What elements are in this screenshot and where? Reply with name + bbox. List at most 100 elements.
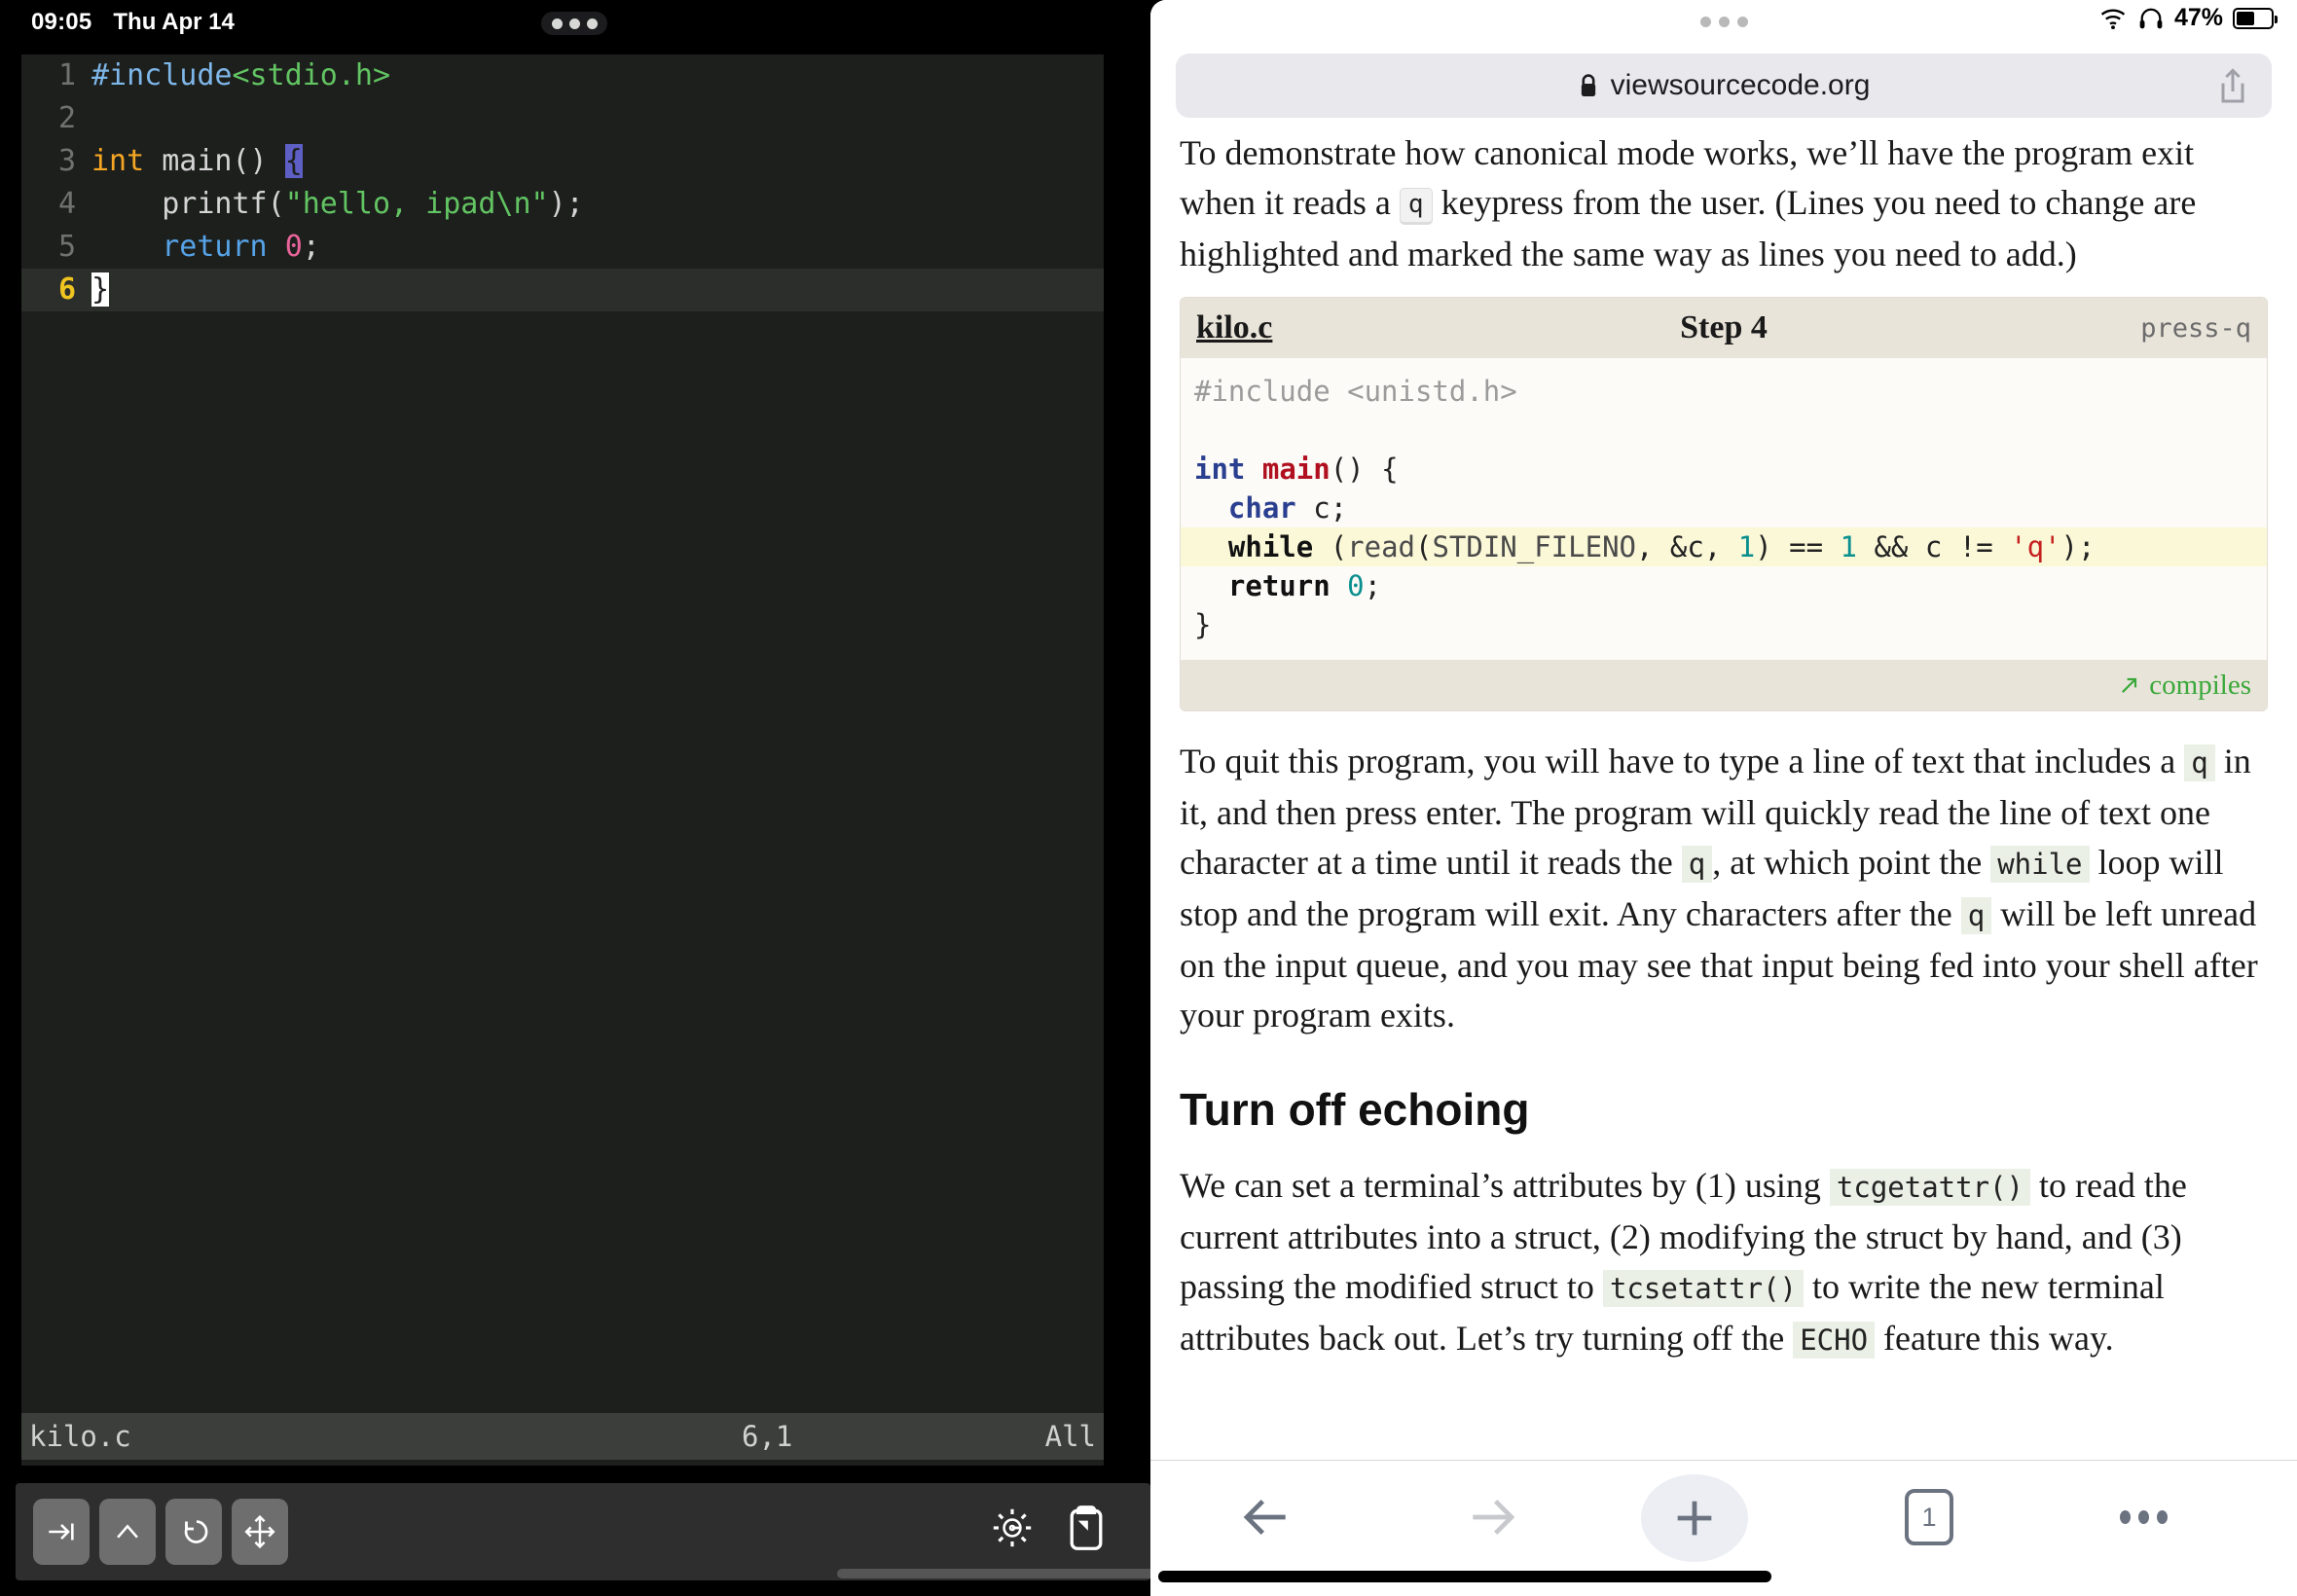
- back-arrow-icon: [1243, 1500, 1286, 1535]
- line-number: 4: [57, 187, 76, 221]
- ctrl-key-button[interactable]: [99, 1499, 156, 1565]
- tab-count-label: 1: [1905, 1489, 1953, 1545]
- code-line-highlighted: while (read(STDIN_FILENO, &c, 1) == 1 &&…: [1181, 527, 2267, 566]
- home-indicator: [1158, 1571, 1771, 1582]
- code-line: int main() {: [1194, 453, 1399, 486]
- multitasking-handle[interactable]: [1695, 14, 1752, 29]
- code-block-tag: press-q: [2140, 312, 2251, 344]
- terminal-editor[interactable]: 1 #include<stdio.h> 2 3 int main() { 4 pri…: [21, 54, 1104, 1466]
- code-line: 3 int main() {: [21, 140, 1104, 183]
- safari-bottom-toolbar: 1: [1150, 1460, 2297, 1596]
- tab-overview-button[interactable]: 1: [1890, 1478, 1968, 1556]
- paragraph-quit-program: To quit this program, you will have to t…: [1180, 737, 2268, 1040]
- code-line: #include <unistd.h>: [1194, 375, 1517, 408]
- safari-status-bar: 47%: [1150, 0, 2297, 43]
- code-line-current: 6}: [21, 269, 1104, 311]
- url-text: viewsourcecode.org: [1610, 69, 1871, 101]
- escape-undo-icon: [184, 1520, 208, 1543]
- safari-url-bar-container: viewsourcecode.org: [1150, 43, 2297, 128]
- arrow-keys-button[interactable]: [232, 1499, 288, 1565]
- battery-icon: [2233, 7, 2278, 29]
- code-line: 1 #include<stdio.h>: [21, 54, 1104, 97]
- tab-icon: [49, 1523, 74, 1541]
- code-tcgetattr: tcgetattr(): [1829, 1169, 2030, 1206]
- paragraph-canonical-mode: To demonstrate how canonical mode works,…: [1180, 128, 2268, 279]
- wifi-icon: [2100, 9, 2126, 29]
- code-line: return 0;: [1227, 569, 1382, 602]
- share-icon: [2221, 68, 2244, 103]
- url-input[interactable]: viewsourcecode.org: [1176, 54, 2272, 118]
- code-block-filename-link[interactable]: kilo.c: [1196, 309, 1272, 346]
- para2-text-c: , at which point the: [1712, 843, 1991, 882]
- code-echo: ECHO: [1793, 1322, 1876, 1359]
- caret-up-icon: [117, 1524, 138, 1539]
- code-block-step-label: Step 4: [1680, 309, 1768, 345]
- forward-button[interactable]: [1452, 1478, 1530, 1556]
- status-indicators: 47%: [2098, 4, 2278, 32]
- code-line: 5 return 0;: [21, 226, 1104, 269]
- code-block-step4: kilo.c Step 4 press-q #include <unistd.h…: [1180, 297, 2268, 711]
- gear-icon: [993, 1508, 1032, 1547]
- headphones-icon: [2139, 8, 2163, 28]
- more-options-button[interactable]: [2104, 1478, 2182, 1556]
- code-q-3: q: [1960, 897, 1992, 934]
- terminal-app-pane: 09:05 Thu Apr 14 1 #include<stdio.h> 2 3i…: [0, 0, 1450, 1596]
- code-tcsetattr: tcsetattr(): [1602, 1270, 1804, 1307]
- vim-status-line: kilo.c 6,1 All: [21, 1413, 1104, 1460]
- arrow-up-right-icon: [2122, 677, 2137, 693]
- para3-text-a: We can set a terminal’s attributes by (1…: [1180, 1166, 1830, 1205]
- vim-cursor-position: 6,1: [742, 1420, 793, 1453]
- forward-arrow-icon: [1473, 1500, 1515, 1535]
- lock-icon: [1581, 74, 1595, 97]
- code-block-footer: compiles: [1181, 660, 2267, 710]
- line-number: 2: [57, 101, 76, 135]
- text-cursor: }: [91, 272, 110, 307]
- more-dot: [2119, 1510, 2131, 1524]
- code-line: char c;: [1227, 491, 1348, 525]
- ios-status-bar: 09:05 Thu Apr 14: [0, 0, 1150, 45]
- line-number: 5: [57, 230, 76, 264]
- code-q-2: q: [1681, 846, 1713, 883]
- esc-key-button[interactable]: [165, 1499, 222, 1565]
- more-dot: [2156, 1510, 2168, 1524]
- multitask-dot: [568, 18, 580, 29]
- more-dot: [2137, 1510, 2149, 1524]
- safari-browser-pane: 47% viewsourcecode.org To demonstrate ho: [1150, 0, 2297, 1596]
- four-arrows-icon: [244, 1514, 275, 1549]
- new-tab-button[interactable]: [1641, 1474, 1748, 1562]
- vim-filename: kilo.c: [29, 1420, 131, 1453]
- code-q-1: q: [2184, 744, 2215, 781]
- multitask-dot: [551, 18, 563, 29]
- share-button[interactable]: [2215, 67, 2250, 114]
- line-number: 1: [57, 58, 76, 92]
- para2-text-a: To quit this program, you will have to t…: [1180, 742, 2185, 780]
- multitask-dot: [586, 18, 598, 29]
- ipad-split-view: 09:05 Thu Apr 14 1 #include<stdio.h> 2 3i…: [0, 0, 2297, 1596]
- line-number: 6: [57, 272, 76, 307]
- status-bar-date: Thu Apr 14: [113, 9, 235, 35]
- compiles-label: compiles: [2149, 669, 2251, 701]
- multitask-dot: [1736, 16, 1748, 27]
- multitask-dot: [1699, 16, 1711, 27]
- kbd-q: q: [1399, 188, 1433, 225]
- battery-percent-label: 47%: [2173, 4, 2223, 31]
- settings-button[interactable]: [989, 1505, 1036, 1556]
- multitasking-handle[interactable]: [541, 12, 607, 35]
- para3-text-d: feature this way.: [1875, 1319, 2114, 1358]
- terminal-keyboard-toolbar: [16, 1483, 1150, 1580]
- status-bar-time: 09:05: [31, 9, 92, 35]
- line-number: 3: [57, 144, 76, 178]
- vim-scroll-indicator: All: [1044, 1420, 1096, 1453]
- plus-icon: [1677, 1501, 1712, 1536]
- code-block-header: kilo.c Step 4 press-q: [1181, 298, 2267, 358]
- code-block-body: #include <unistd.h> int main() { char c;…: [1181, 358, 2267, 660]
- code-line: }: [1194, 608, 1212, 641]
- section-heading-turn-off-echoing: Turn off echoing: [1180, 1084, 1530, 1135]
- back-button[interactable]: [1228, 1478, 1306, 1556]
- article-content: To demonstrate how canonical mode works,…: [1150, 128, 2297, 1460]
- code-line: 2: [21, 97, 1104, 140]
- clipboard-paste-icon: [1070, 1505, 1103, 1550]
- paste-button[interactable]: [1065, 1505, 1108, 1556]
- tab-key-button[interactable]: [33, 1499, 90, 1565]
